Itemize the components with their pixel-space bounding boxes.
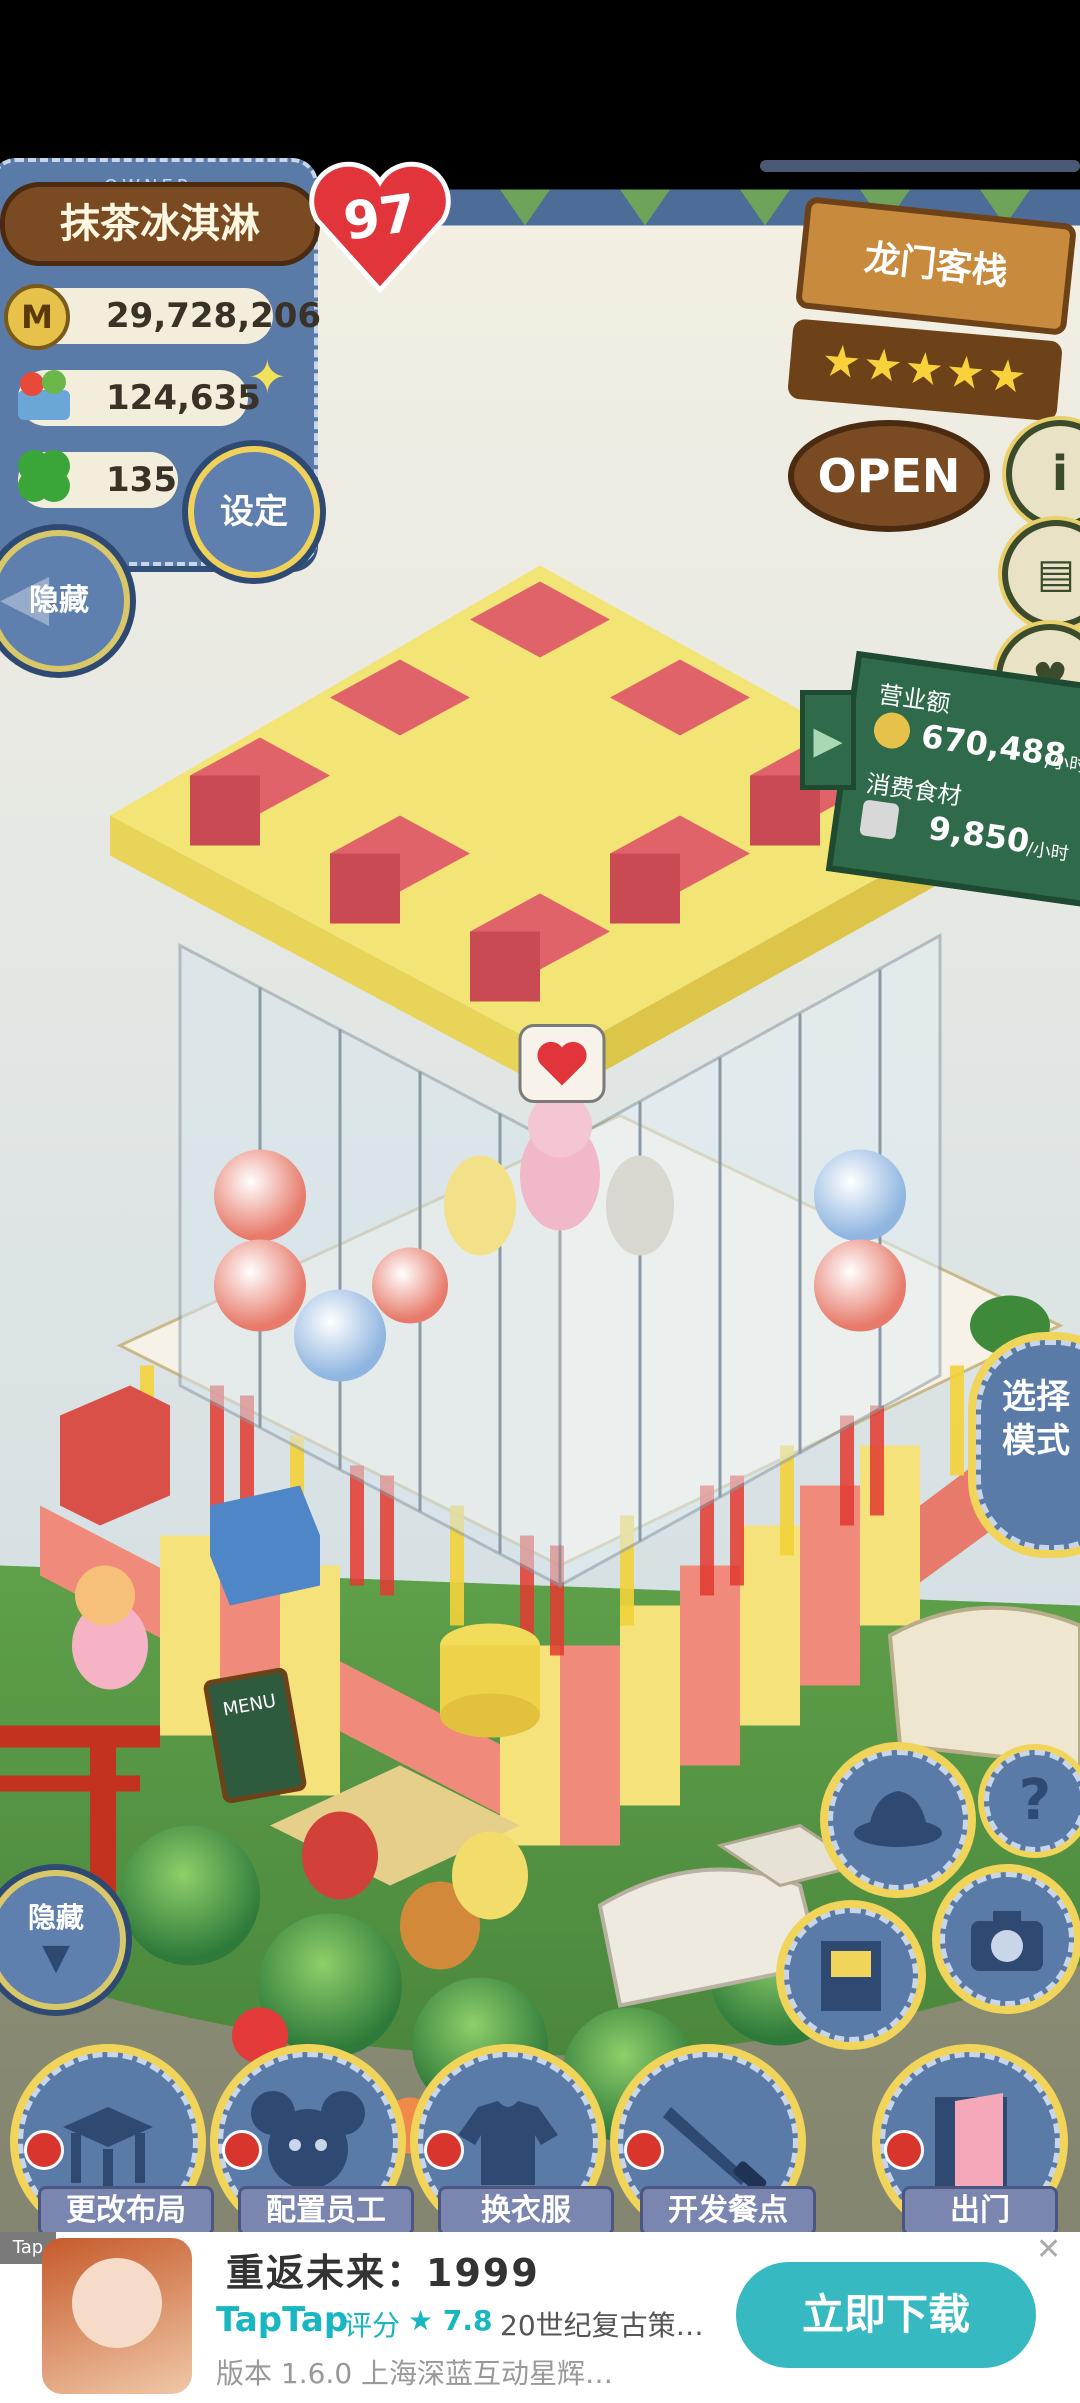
exit-label: 出门 [902,2186,1058,2236]
revenue-board[interactable]: 营业额 670,488 /小时 消费食材 9,850 /小时 [825,650,1080,908]
clover-icon [8,440,80,512]
notification-pin [884,2130,924,2170]
sign-bracket [760,160,1080,172]
develop-menu-label: 开发餐点 [640,2186,816,2236]
food-consumption-value: 9,850 [926,808,1032,861]
ad-meta: 版本 1.6.0 上海深蓝互动星辉… [216,2357,614,2390]
decoration-hat-button[interactable] [828,1750,968,1890]
game-app-icon[interactable] [42,2238,192,2394]
coin-icon: M [4,284,70,350]
rating-label: 评分 [344,2309,401,2342]
level-heart-badge: 97 [305,160,455,300]
food-consumption-unit: /小时 [1025,838,1070,866]
basket-icon-small [859,799,900,840]
select-mode-button[interactable]: 选择模式 [976,1340,1080,1550]
notification-pin [624,2130,664,2170]
collapse-board-arrow-icon[interactable]: ▶ [800,690,856,790]
hide-bottom-label: 隐藏 [27,1901,84,1934]
outfit-label: 换衣服 [438,2186,614,2236]
taptap-logo: TapTap [216,2300,349,2340]
staff-label: 配置员工 [238,2186,414,2236]
left-arrow-icon: ◀ [0,560,50,634]
camera-button[interactable] [940,1872,1074,2006]
camera-icon [971,1911,1043,1971]
character-face-icon [72,2258,162,2348]
revenue-unit: /小时 [1043,750,1080,777]
ad-title: 重返未来：1999 [226,2251,540,2295]
help-button[interactable]: ? [984,1750,1080,1852]
sparkle-icon: ✦ [248,350,287,404]
rating-value: ★ 7.8 [408,2304,493,2337]
ingredients-basket-icon [10,360,78,428]
notification-pin [424,2130,464,2170]
notification-pin [222,2130,262,2170]
notification-pin [24,2130,64,2170]
settings-button[interactable]: 设定 [188,446,320,578]
picture-frame-icon [821,1941,881,2011]
coin-icon-small [871,710,913,751]
hat-icon [854,1791,942,1847]
open-sign[interactable]: OPEN [788,420,990,532]
select-mode-label: 选择模式 [1002,1377,1070,1461]
ad-banner[interactable]: Tap 重返未来：1999 TapTap 评分 ★ 7.8 20世纪复古策… 版… [0,2232,1080,2403]
owner-name[interactable]: 抹茶冰淇淋 [0,182,320,266]
down-arrow-icon: ▼ [42,1937,70,1978]
close-ad-icon[interactable]: ✕ [1036,2232,1061,2267]
ad-tagline: 20世纪复古策… [500,2309,704,2342]
info-icon: i [1051,446,1069,502]
book-icon: ▤ [1037,551,1075,597]
gallery-button[interactable] [784,1908,918,2042]
edit-layout-label: 更改布局 [38,2186,214,2236]
download-button[interactable]: 立即下载 [736,2262,1036,2368]
